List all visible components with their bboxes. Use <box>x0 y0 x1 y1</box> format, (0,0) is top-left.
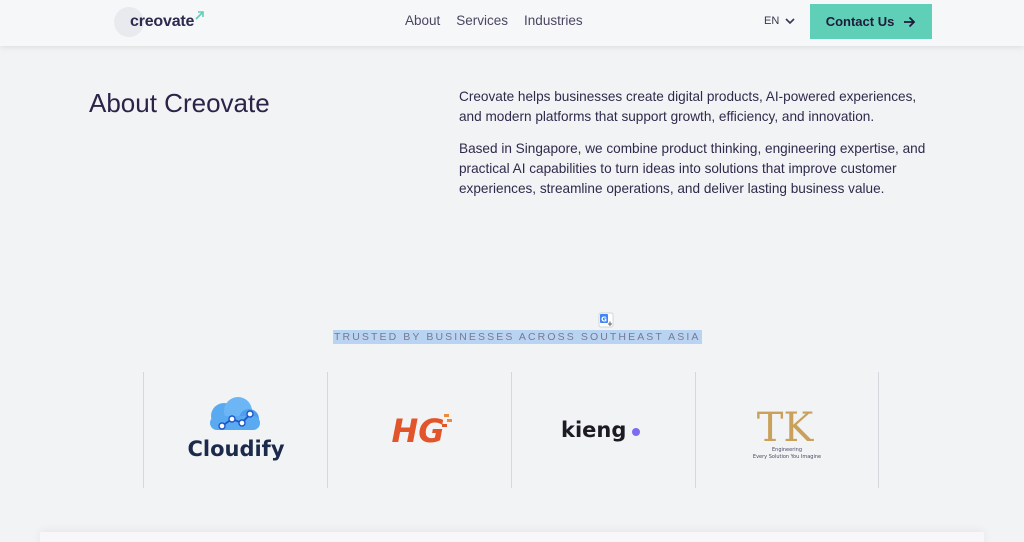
creovate-logo[interactable]: creovate <box>114 7 205 37</box>
hg-wordmark: HG <box>391 412 444 450</box>
about-body: Creovate helps businesses create digital… <box>459 87 937 211</box>
trusted-heading: TRUSTED BY BUSINESSES ACROSS SOUTHEAST A… <box>333 330 702 344</box>
client-logo-hg: HG <box>327 372 511 488</box>
chevron-down-icon <box>785 17 795 24</box>
kieng-logo: kieng <box>561 418 640 442</box>
language-label: EN <box>764 15 780 27</box>
tk-tagline-1: Engineering <box>772 447 802 453</box>
logo-text: creovate <box>130 13 195 30</box>
client-logo-cloudify: Cloudify <box>143 372 327 488</box>
nav-item-industries[interactable]: Industries <box>524 13 583 28</box>
tk-tagline-2: Every Solution You Imagine <box>753 454 821 460</box>
about-paragraph: Creovate helps businesses create digital… <box>459 89 917 124</box>
arrow-right-icon <box>904 16 916 27</box>
language-selector[interactable]: EN <box>764 15 795 27</box>
kieng-dot-icon <box>631 428 640 436</box>
hg-logo: HG <box>391 412 452 450</box>
logo-arrow-icon <box>195 10 205 20</box>
contact-us-label: Contact Us <box>825 14 895 29</box>
tk-monogram: TK <box>757 405 815 451</box>
nav-item-about[interactable]: About <box>405 13 440 28</box>
svg-text:G: G <box>601 316 607 324</box>
about-title: About Creovate <box>89 88 270 118</box>
translate-icon[interactable]: G <box>598 312 614 328</box>
main-nav: About Services Industries <box>405 13 599 28</box>
nav-item-services[interactable]: Services <box>456 13 508 28</box>
cloudify-logo: Cloudify <box>187 397 284 461</box>
cloud-icon <box>209 397 260 430</box>
next-section-card <box>40 532 984 542</box>
client-logo-kieng: kieng <box>511 372 695 488</box>
about-paragraph: Based in Singapore, we combine product t… <box>459 141 926 196</box>
kieng-wordmark: kieng <box>561 418 626 442</box>
contact-us-button[interactable]: Contact Us <box>810 4 932 39</box>
tk-logo: TK Engineering Every Solution You Imagin… <box>753 405 821 460</box>
client-logos: Cloudify HG kieng TK Engineering Every S… <box>143 372 879 488</box>
client-logo-tk: TK Engineering Every Solution You Imagin… <box>695 372 879 488</box>
site-header: creovate About Services Industries EN Co… <box>0 0 1024 46</box>
cloudify-wordmark: Cloudify <box>187 437 284 461</box>
